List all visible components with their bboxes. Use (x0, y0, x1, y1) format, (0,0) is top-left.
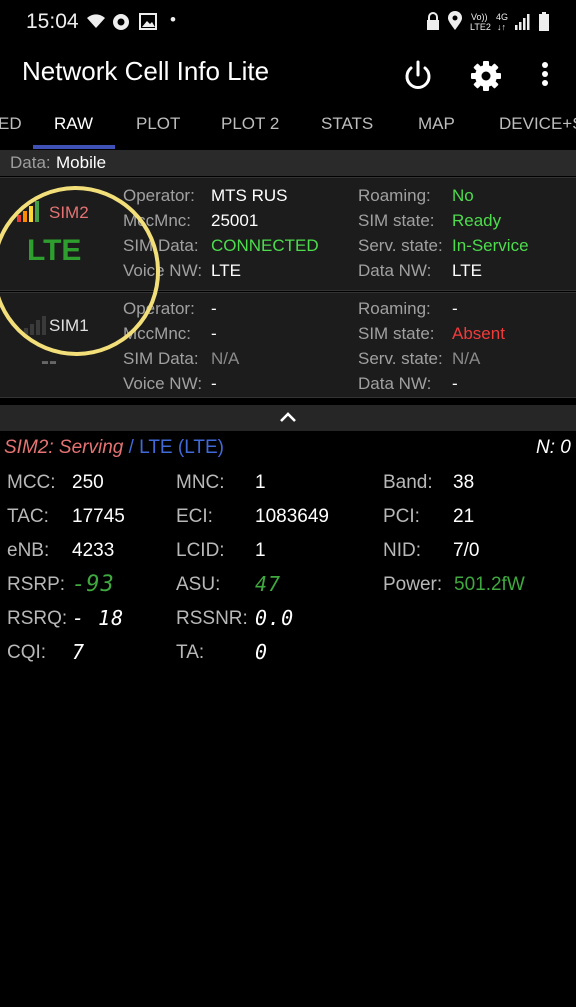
rsrq-value: - 18 (72, 606, 125, 630)
operator-value: MTS RUS (211, 186, 288, 205)
roaming-value: - (452, 299, 458, 318)
sim-data-value: N/A (211, 349, 240, 368)
nid-label: NID: (383, 540, 421, 561)
gear-icon (471, 61, 501, 91)
lcid-value: 1 (255, 540, 266, 561)
lock-icon (427, 12, 439, 30)
voice-nw-label: Voice NW: (123, 374, 203, 393)
collapse-panel-button[interactable] (0, 405, 576, 431)
sim-data-label: SIM Data: (123, 349, 199, 368)
voice-nw-value: LTE (211, 261, 241, 280)
rsrp-value: -93 (72, 572, 115, 597)
sim-state-value: Ready (452, 211, 502, 230)
sim-state-value: Absent (452, 324, 505, 343)
power-label: Power: (383, 574, 443, 595)
ta-label: TA: (176, 642, 205, 663)
lcid-label: LCID: (176, 540, 225, 561)
mnc-value: 1 (255, 472, 266, 493)
data-nw-label: Data NW: (358, 374, 432, 393)
enb-value: 4233 (72, 540, 115, 561)
tab-plot[interactable]: PLOT (136, 114, 180, 134)
serv-state-label: Serv. state: (358, 236, 443, 255)
data-activity-arrows: ↓↑ (497, 22, 506, 32)
network-type-label: 4G (496, 12, 509, 22)
operator-label: Operator: (123, 186, 195, 205)
enb-label: eNB: (7, 540, 50, 561)
volte-label-bottom: LTE2 (470, 22, 491, 32)
ta-value: 0 (255, 640, 269, 664)
asu-label: ASU: (176, 574, 221, 595)
active-tab-indicator (33, 145, 115, 149)
cqi-label: CQI: (7, 642, 47, 663)
serv-state-label: Serv. state: (358, 349, 443, 368)
tab-map[interactable]: MAP (418, 114, 455, 134)
tab-device[interactable]: DEVICE+S (499, 114, 576, 134)
tac-value: 17745 (72, 506, 125, 527)
roaming-label: Roaming: (358, 186, 431, 205)
power-value: 501.2fW (454, 574, 525, 595)
pci-label: PCI: (383, 506, 420, 527)
dot-icon: • (170, 10, 176, 29)
neighbor-count: N: 0 (536, 437, 571, 458)
data-value: Mobile (56, 153, 107, 172)
mnc-label: MNC: (176, 472, 225, 493)
data-label: Data: (10, 153, 51, 172)
band-value: 38 (453, 472, 475, 493)
tab-stats[interactable]: STATS (321, 114, 373, 134)
roaming-value: No (452, 186, 474, 205)
clock: 15:04 (26, 10, 79, 33)
rsrp-label: RSRP: (7, 574, 66, 595)
roaming-label: Roaming: (358, 299, 431, 318)
signal-icon (515, 14, 530, 30)
status-bar: 15:04 • Vo)) LTE2 4G ↓↑ (0, 0, 576, 44)
battery-icon (539, 12, 549, 31)
rsrq-label: RSRQ: (7, 608, 68, 629)
overflow-menu-button[interactable] (535, 58, 555, 94)
sim-data-value: CONNECTED (211, 236, 319, 255)
data-nw-label: Data NW: (358, 261, 432, 280)
tac-label: TAC: (7, 506, 49, 527)
serv-state-value: N/A (452, 349, 481, 368)
tab-ed[interactable]: ED (0, 114, 22, 134)
mcc-value: 250 (72, 472, 104, 493)
eci-value: 1083649 (255, 506, 329, 527)
more-vert-icon (542, 62, 548, 86)
mccmnc-value: 25001 (211, 211, 259, 230)
sim-state-label: SIM state: (358, 324, 435, 343)
gallery-icon (139, 13, 157, 30)
power-icon (405, 60, 431, 89)
settings-button[interactable] (468, 58, 504, 94)
tab-plot-2[interactable]: PLOT 2 (221, 114, 279, 134)
volte-label-top: Vo)) (471, 12, 488, 22)
tab-raw[interactable]: RAW (54, 114, 93, 134)
location-icon (448, 11, 462, 30)
chevron-up-icon (280, 412, 296, 422)
data-nw-value: - (452, 374, 458, 393)
nid-value: 7/0 (453, 540, 480, 561)
serving-separator: / (128, 437, 134, 458)
serv-state-value: In-Service (452, 236, 529, 255)
rssnr-value: 0.0 (255, 606, 295, 630)
voice-nw-value: - (211, 374, 217, 393)
wifi-icon (87, 14, 105, 28)
serving-header: SIM2: Serving / LTE (LTE) (4, 437, 224, 459)
asu-value: 47 (255, 572, 282, 596)
data-connection-row: Data: Mobile (0, 150, 576, 176)
serving-tech: LTE (LTE) (139, 437, 224, 458)
sim-state-label: SIM state: (358, 211, 435, 230)
operator-value: - (211, 299, 217, 318)
cqi-value: 7 (72, 640, 86, 664)
sync-icon (113, 14, 129, 30)
rssnr-label: RSSNR: (176, 608, 248, 629)
band-label: Band: (383, 472, 433, 493)
app-title: Network Cell Info Lite (22, 56, 270, 86)
mccmnc-value: - (211, 324, 217, 343)
power-button[interactable] (400, 58, 436, 94)
mcc-label: MCC: (7, 472, 56, 493)
pci-value: 21 (453, 506, 475, 527)
data-nw-value: LTE (452, 261, 482, 280)
eci-label: ECI: (176, 506, 213, 527)
serving-sim: SIM2: Serving (4, 437, 124, 458)
